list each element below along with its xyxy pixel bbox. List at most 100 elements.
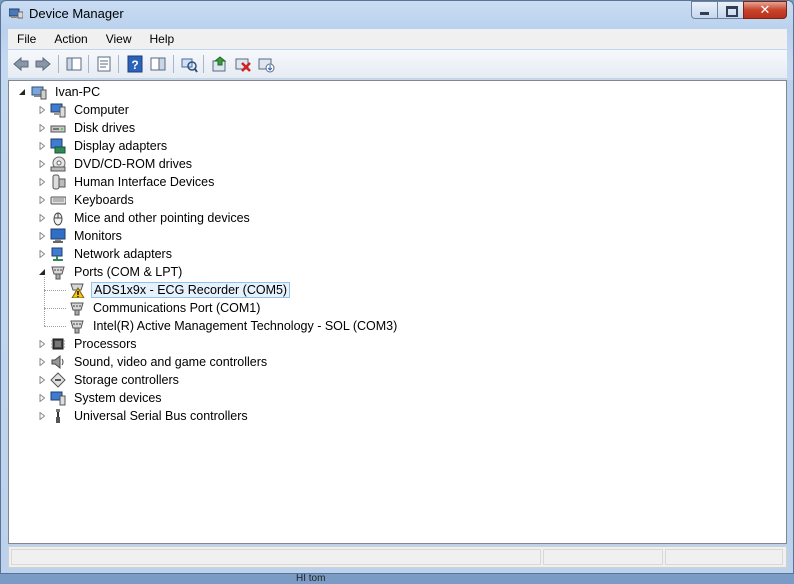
tree-connector: [44, 290, 66, 291]
tree-item-label: DVD/CD-ROM drives: [74, 157, 193, 171]
tree-category[interactable]: Human Interface Devices: [50, 173, 216, 191]
expand-arrow-icon[interactable]: [38, 250, 46, 258]
display-adapter-icon: [50, 138, 66, 154]
monitor-icon: [50, 228, 66, 243]
tree-item-label: Ivan-PC: [55, 85, 101, 99]
tree-device[interactable]: Communications Port (COM1): [69, 299, 262, 317]
expand-arrow-icon[interactable]: [38, 214, 46, 222]
expand-arrow-icon[interactable]: [38, 124, 46, 132]
expand-arrow-icon[interactable]: [38, 412, 46, 420]
forward-arrow-icon[interactable]: [34, 55, 52, 73]
update-driver-icon[interactable]: [211, 55, 229, 73]
menu-help[interactable]: Help: [141, 29, 184, 49]
tree-category[interactable]: System devices: [50, 389, 164, 407]
svg-text:?: ?: [131, 58, 138, 72]
device-tree[interactable]: Ivan-PC Computer Disk drives Display adapte…: [8, 80, 787, 544]
tree-item-label: Universal Serial Bus controllers: [74, 409, 248, 423]
toolbar: ?: [8, 50, 787, 79]
tree-connector: [44, 326, 66, 327]
network-adapter-icon: [51, 247, 63, 261]
help-icon[interactable]: ?: [126, 55, 144, 73]
expand-arrow-icon[interactable]: [38, 142, 46, 150]
tree-category[interactable]: Mice and other pointing devices: [50, 209, 252, 227]
menu-action[interactable]: Action: [45, 29, 96, 49]
tree-category[interactable]: DVD/CD-ROM drives: [50, 155, 194, 173]
status-segment: [11, 549, 541, 565]
tree-item-label: System devices: [74, 391, 162, 405]
mouse-icon: [53, 212, 63, 226]
tree-category[interactable]: Keyboards: [50, 191, 136, 209]
tree-connector: [44, 277, 45, 326]
title-bar[interactable]: Device Manager ✕: [1, 1, 793, 27]
scan-hardware-icon[interactable]: [180, 55, 198, 73]
menu-view[interactable]: View: [97, 29, 141, 49]
close-button[interactable]: ✕: [743, 1, 787, 19]
disable-device-icon[interactable]: [234, 55, 252, 73]
tree-item-label: Network adapters: [74, 247, 172, 261]
tree-category[interactable]: Processors: [50, 335, 139, 353]
expand-arrow-icon[interactable]: [38, 178, 46, 186]
tree-item-label: Computer: [74, 103, 129, 117]
tree-device[interactable]: Intel(R) Active Management Technology - …: [69, 317, 399, 335]
toolbar-separator: [203, 55, 204, 73]
tree-category[interactable]: Universal Serial Bus controllers: [50, 407, 250, 425]
tree-category[interactable]: Disk drives: [50, 119, 137, 137]
tree-item-label: Ports (COM & LPT): [74, 265, 183, 279]
storage-icon: [50, 372, 66, 388]
tree-category[interactable]: Display adapters: [50, 137, 169, 155]
hid-icon: [52, 174, 66, 190]
tree-item-label: Mice and other pointing devices: [74, 211, 250, 225]
maximize-button[interactable]: [717, 1, 743, 19]
tree-category[interactable]: Storage controllers: [50, 371, 181, 389]
tree-category[interactable]: Monitors: [50, 227, 124, 245]
caption-buttons: ✕: [691, 1, 787, 20]
tree-root[interactable]: Ivan-PC: [31, 83, 102, 101]
tree-item-label: ADS1x9x - ECG Recorder (COM5): [91, 282, 291, 298]
tree-item-label: Display adapters: [74, 139, 168, 153]
tree-device[interactable]: ADS1x9x - ECG Recorder (COM5): [69, 281, 291, 299]
status-segment: [543, 549, 663, 565]
minimize-button[interactable]: [691, 1, 717, 19]
tree-category[interactable]: Sound, video and game controllers: [50, 353, 269, 371]
properties-icon[interactable]: [95, 55, 113, 73]
collapse-arrow-icon[interactable]: [38, 268, 46, 276]
close-icon: ✕: [759, 3, 771, 18]
window-right-border: [787, 80, 793, 544]
disk-drive-icon: [50, 125, 66, 133]
tree-category[interactable]: Computer: [50, 101, 131, 119]
expand-arrow-icon[interactable]: [38, 394, 46, 402]
expand-arrow-icon[interactable]: [38, 358, 46, 366]
toolbar-separator: [88, 55, 89, 73]
expand-arrow-icon[interactable]: [38, 196, 46, 204]
menu-file[interactable]: File: [8, 29, 45, 49]
expand-arrow-icon[interactable]: [38, 376, 46, 384]
device-manager-icon: [9, 8, 23, 19]
action-pane-icon[interactable]: [149, 55, 167, 73]
tree-item-label: Storage controllers: [74, 373, 179, 387]
collapse-arrow-icon[interactable]: [18, 88, 26, 96]
show-hide-console-tree-icon[interactable]: [65, 55, 83, 73]
tree-category[interactable]: Network adapters: [50, 245, 174, 263]
computer-icon: [50, 103, 66, 118]
window-title: Device Manager: [29, 6, 124, 21]
back-arrow-icon[interactable]: [12, 55, 30, 73]
expand-arrow-icon[interactable]: [38, 106, 46, 114]
tree-item-label: Processors: [74, 337, 137, 351]
port-icon: [70, 302, 84, 316]
expand-arrow-icon[interactable]: [38, 340, 46, 348]
processor-icon: [51, 338, 65, 350]
port-icon: [70, 320, 84, 334]
uninstall-device-icon[interactable]: [257, 55, 275, 73]
system-icon: [50, 391, 66, 406]
tree-item-label: Human Interface Devices: [74, 175, 215, 189]
tree-connector: [44, 308, 66, 309]
expand-arrow-icon[interactable]: [38, 232, 46, 240]
port-warning-icon: [70, 283, 85, 298]
tree-category[interactable]: Ports (COM & LPT): [50, 263, 184, 281]
toolbar-separator: [58, 55, 59, 73]
root-computer-icon: [31, 86, 47, 100]
expand-arrow-icon[interactable]: [38, 160, 46, 168]
usb-icon: [56, 409, 60, 423]
sound-icon: [51, 354, 64, 370]
tree-item-label: Monitors: [74, 229, 122, 243]
